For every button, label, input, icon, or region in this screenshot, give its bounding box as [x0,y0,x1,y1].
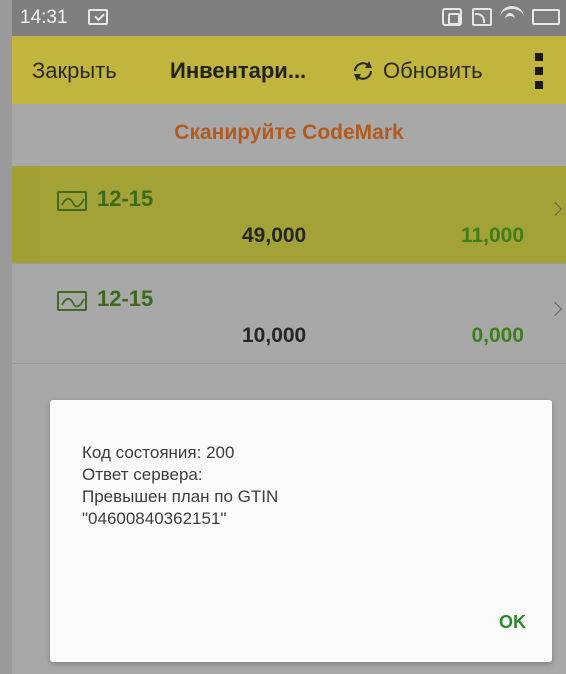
row-quantity: 49,000 [242,224,307,247]
list-item[interactable]: 12-15 10,000 0,000 [12,266,566,364]
row-title: 12-15 [97,186,154,211]
dialog-message: Код состояния: 200 Ответ сервера: Превыш… [82,442,278,530]
wave-chart-icon [57,291,87,311]
selected-row-highlight [40,166,566,263]
wifi-icon [500,6,524,28]
row-title: 12-15 [97,286,154,311]
nfc-icon [442,8,462,26]
chevron-right-icon [547,301,563,317]
list-item[interactable]: 12-15 49,000 11,000 [12,166,566,264]
close-button[interactable]: Закрыть [32,58,117,84]
dialog-error-text: Превышен план по GTIN [82,487,279,506]
scan-hint: Сканируйте CodeMark [12,104,566,162]
status-time: 14:31 [20,7,68,28]
ok-button[interactable]: OK [499,612,526,633]
phone-frame: 14:31 Закрыть Инвентари... Обновить Скан… [0,0,566,674]
row-quantity: 10,000 [242,324,307,347]
row-fact-quantity: 11,000 [460,224,524,247]
toolbar: Закрыть Инвентари... Обновить [12,36,566,104]
wave-chart-icon [57,191,87,211]
notification-check-icon [88,9,108,25]
refresh-icon [353,61,373,81]
dialog-status-code: Код состояния: 200 [82,443,235,462]
status-bar: 14:31 [12,0,566,36]
cast-icon [472,8,492,26]
row-fact-quantity: 0,000 [471,324,524,347]
battery-icon [532,9,560,25]
server-response-dialog: Код состояния: 200 Ответ сервера: Превыш… [50,400,552,662]
screen: 14:31 Закрыть Инвентари... Обновить Скан… [12,0,566,674]
overflow-menu-icon[interactable] [532,53,546,89]
device-edge [0,0,12,674]
page-title: Инвентари... [170,58,307,83]
dialog-response-label: Ответ сервера: [82,465,203,484]
refresh-label: Обновить [383,58,483,83]
dialog-gtin: "04600840362151" [82,509,227,528]
